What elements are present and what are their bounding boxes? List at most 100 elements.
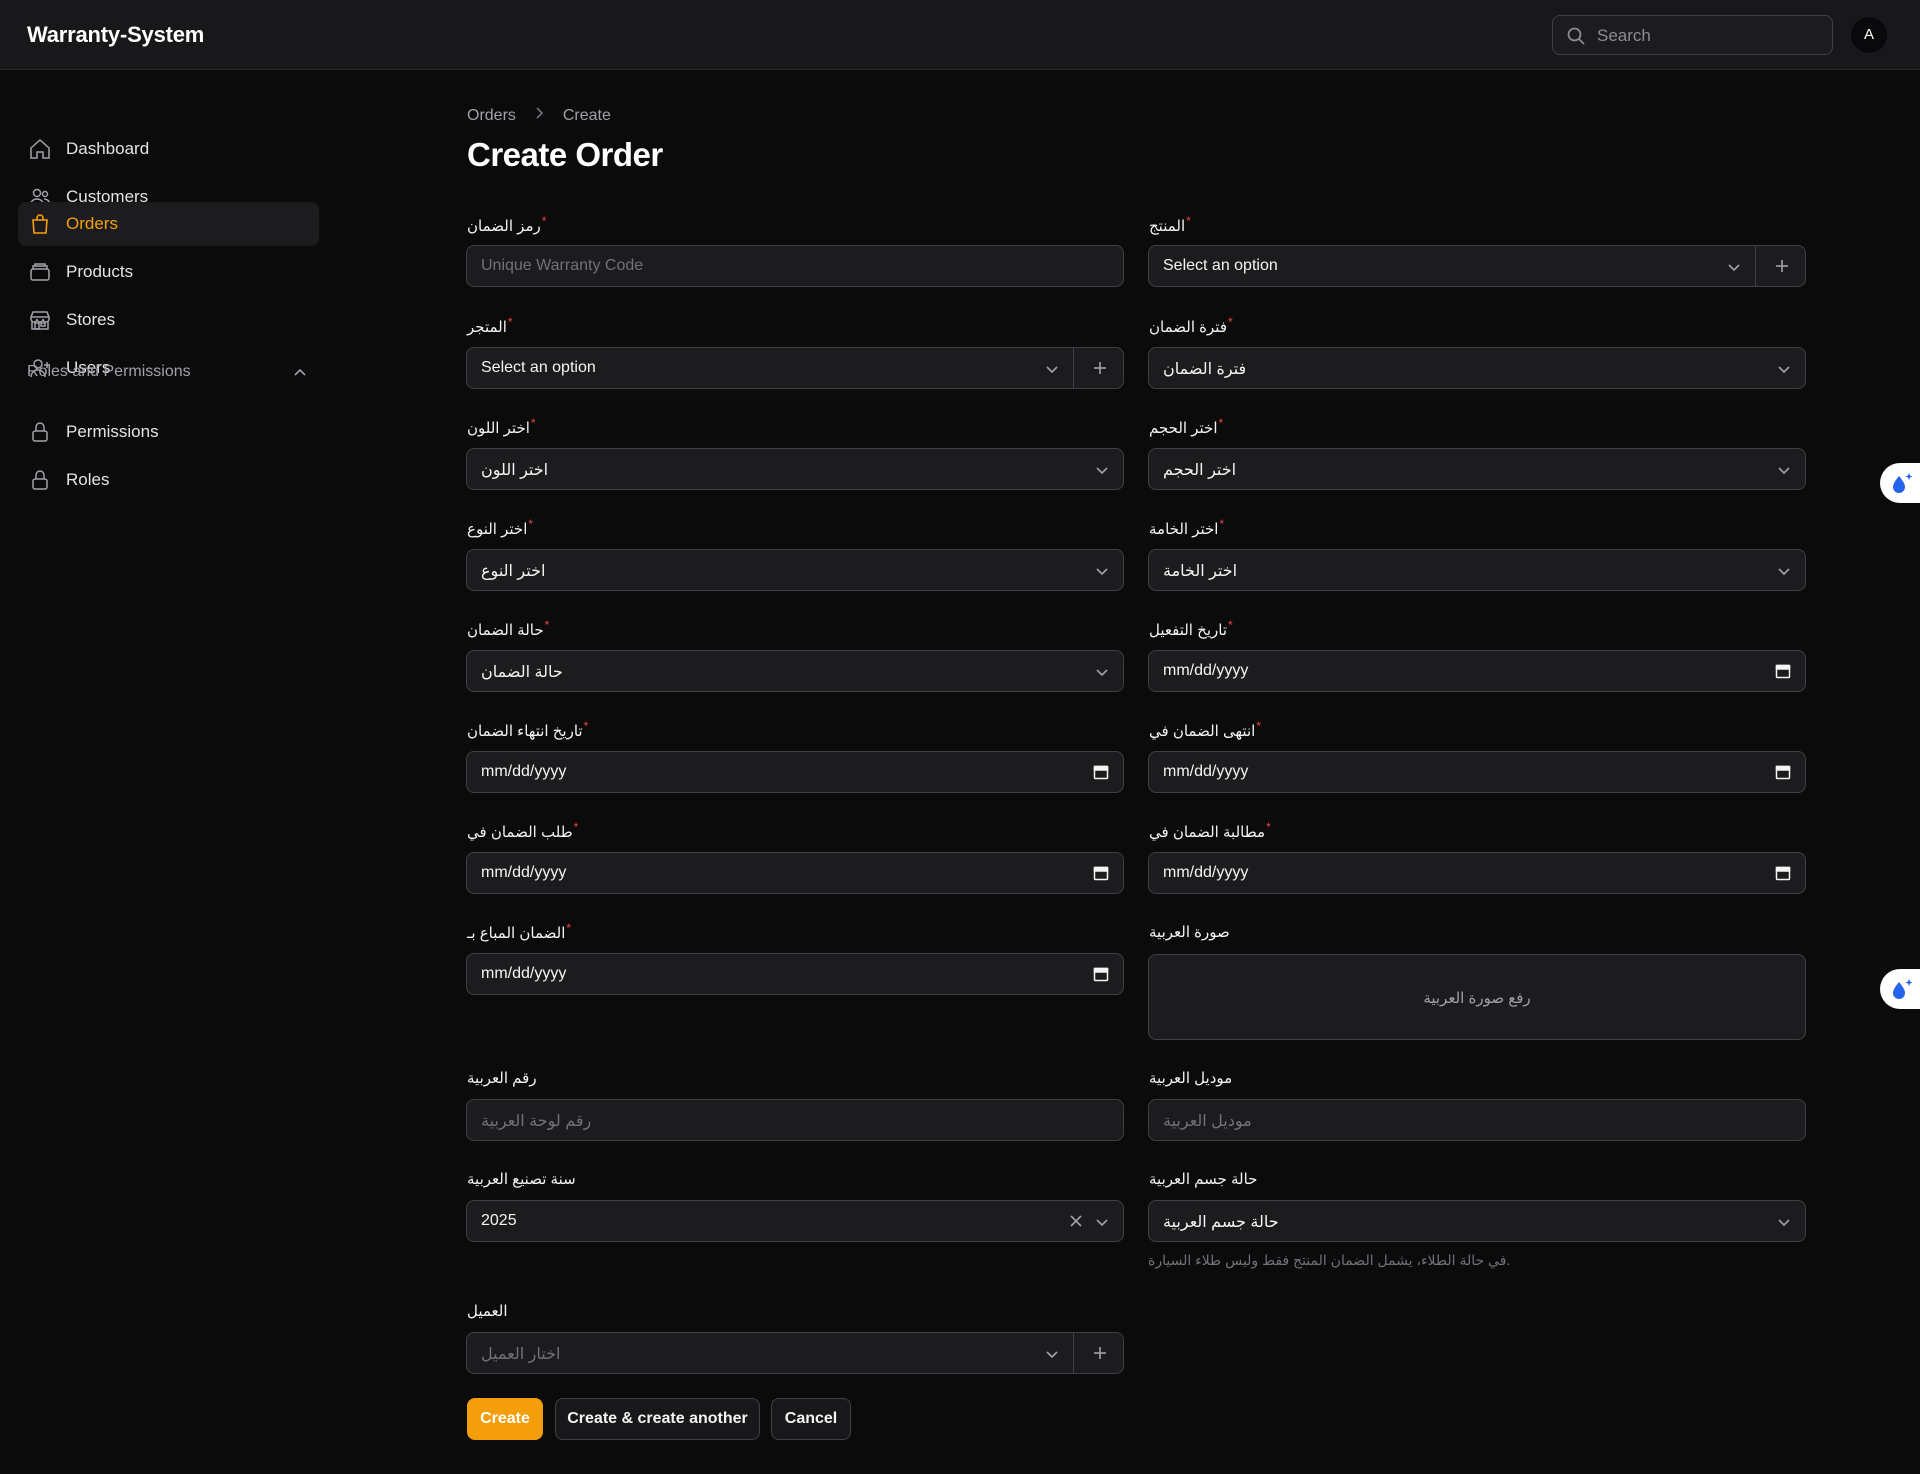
droplet-sparkle-icon (1893, 979, 1913, 999)
chevron-down-icon (1778, 568, 1790, 576)
create-another-button[interactable]: Create & create another (555, 1398, 760, 1440)
material-select[interactable]: اختر الخامة (1148, 549, 1806, 591)
chevron-right-icon (536, 107, 544, 119)
chevron-down-icon (1046, 1351, 1058, 1359)
warranty-sold-at-value: mm/dd/yyyy (481, 965, 567, 982)
product-select[interactable]: Select an option (1148, 245, 1806, 287)
warranty-code-input[interactable]: Unique Warranty Code (466, 245, 1124, 287)
droplet-sparkle-icon (1893, 473, 1913, 493)
calendar-icon[interactable] (1775, 865, 1791, 881)
warranty-requested-at-input[interactable]: mm/dd/yyyy (466, 852, 1124, 894)
label-warranty-period: فترة الضمان* (1149, 315, 1233, 336)
car-model-placeholder: موديل العربية (1163, 1113, 1252, 1130)
plus-icon[interactable] (1773, 257, 1791, 275)
sidebar-group-label[interactable]: Roles and Permissions (27, 363, 191, 381)
search-input[interactable]: Search (1552, 15, 1833, 55)
label-warranty-claimed-at: مطالبة الضمان في* (1149, 820, 1271, 841)
color-value: اختر اللون (481, 462, 549, 479)
label-car-image: صورة العربية (1149, 924, 1230, 941)
customer-select[interactable]: اختار العميل (466, 1332, 1124, 1374)
sidebar-item-roles[interactable]: Roles (18, 458, 319, 502)
sidebar-item-products[interactable]: Products (18, 250, 319, 294)
breadcrumb-orders[interactable]: Orders (467, 107, 516, 125)
plus-icon[interactable] (1091, 1344, 1109, 1362)
sidebar-item-orders[interactable]: Orders (18, 202, 319, 246)
sidebar-item-label: Roles (66, 470, 110, 489)
chevron-up-icon[interactable] (291, 364, 309, 382)
store-select[interactable]: Select an option (466, 347, 1124, 389)
car-plate-input[interactable]: رقم لوحة العربية (466, 1099, 1124, 1141)
chevron-down-icon (1778, 1219, 1790, 1227)
box-icon (30, 263, 50, 281)
car-body-select[interactable]: حالة جسم العربية (1148, 1200, 1806, 1242)
floating-widget-button[interactable] (1880, 463, 1920, 503)
label-product: المنتج* (1149, 214, 1191, 235)
store-select-value: Select an option (481, 359, 596, 376)
warranty-claimed-at-value: mm/dd/yyyy (1163, 864, 1249, 881)
warranty-ended-at-value: mm/dd/yyyy (1163, 763, 1249, 780)
activation-date-input[interactable]: mm/dd/yyyy (1148, 650, 1806, 692)
label-car-body: حالة جسم العربية (1149, 1171, 1258, 1188)
avatar[interactable]: A (1851, 17, 1887, 53)
calendar-icon[interactable] (1093, 865, 1109, 881)
car-year-select[interactable]: 2025 (466, 1200, 1124, 1242)
home-icon (30, 138, 50, 159)
top-bar: Warranty-System Search A (0, 0, 1920, 70)
calendar-icon[interactable] (1093, 764, 1109, 780)
label-type: اختر النوع* (467, 517, 534, 538)
car-image-upload[interactable]: رفع صورة العربية (1148, 954, 1806, 1040)
label-warranty-end-date: تاريخ انتهاء الضمان* (467, 719, 589, 740)
size-select[interactable]: اختر الحجم (1148, 448, 1806, 490)
cancel-button[interactable]: Cancel (771, 1398, 851, 1440)
breadcrumb-create: Create (562, 106, 611, 124)
calendar-icon[interactable] (1093, 966, 1109, 982)
label-warranty-status: حالة الضمان* (467, 618, 550, 639)
clear-icon[interactable] (1068, 1213, 1084, 1229)
plus-icon[interactable] (1091, 359, 1109, 377)
chevron-down-icon (1728, 264, 1740, 272)
warranty-period-select[interactable]: فترة الضمان (1148, 347, 1806, 389)
label-size: اختر الحجم* (1149, 416, 1224, 437)
sidebar-item-dashboard[interactable]: Dashboard (18, 127, 319, 171)
label-warranty-ended-at: انتهى الضمان في* (1149, 719, 1261, 740)
warranty-end-date-value: mm/dd/yyyy (481, 763, 567, 780)
car-plate-placeholder: رقم لوحة العربية (481, 1113, 592, 1130)
chevron-down-icon (1096, 1219, 1108, 1227)
calendar-icon[interactable] (1775, 764, 1791, 780)
warranty-claimed-at-input[interactable]: mm/dd/yyyy (1148, 852, 1806, 894)
lock-icon (32, 470, 48, 490)
divider (1073, 348, 1074, 388)
car-year-value: 2025 (481, 1212, 517, 1229)
sidebar-item-label: Dashboard (66, 139, 150, 158)
floating-widget-button[interactable] (1880, 969, 1920, 1009)
label-car-plate: رقم العربية (467, 1070, 537, 1087)
calendar-icon[interactable] (1775, 663, 1791, 679)
car-body-helper: في حالة الطلاء، يشمل الضمان المنتج فقط و… (1148, 1252, 1511, 1268)
warranty-status-select[interactable]: حالة الضمان (466, 650, 1124, 692)
customer-placeholder: اختار العميل (481, 1346, 561, 1363)
warranty-ended-at-input[interactable]: mm/dd/yyyy (1148, 751, 1806, 793)
warranty-end-date-input[interactable]: mm/dd/yyyy (466, 751, 1124, 793)
label-color: اختر اللون* (467, 416, 536, 437)
sidebar: Dashboard Customers Orders Products Stor… (0, 70, 330, 1474)
shopping-bag-icon (32, 214, 48, 234)
sidebar-item-permissions[interactable]: Permissions (18, 410, 319, 454)
type-select[interactable]: اختر النوع (466, 549, 1124, 591)
app-title[interactable]: Warranty-System (27, 22, 204, 48)
label-activation-date: تاريخ التفعيل* (1149, 618, 1233, 639)
create-button[interactable]: Create (467, 1398, 543, 1440)
warranty-requested-at-value: mm/dd/yyyy (481, 864, 567, 881)
label-warranty-requested-at: طلب الضمان في* (467, 820, 579, 841)
page-title: Create Order (467, 136, 663, 173)
label-customer: العميل (467, 1303, 508, 1320)
color-select[interactable]: اختر اللون (466, 448, 1124, 490)
divider (1755, 246, 1756, 286)
chevron-down-icon (1096, 467, 1108, 475)
label-store: المتجر* (467, 315, 513, 336)
warranty-sold-at-input[interactable]: mm/dd/yyyy (466, 953, 1124, 995)
sidebar-item-label: Orders (66, 214, 118, 233)
product-select-value: Select an option (1163, 257, 1278, 274)
car-image-upload-text: رفع صورة العربية (1423, 990, 1531, 1007)
car-model-input[interactable]: موديل العربية (1148, 1099, 1806, 1141)
sidebar-item-stores[interactable]: Stores (18, 298, 319, 342)
